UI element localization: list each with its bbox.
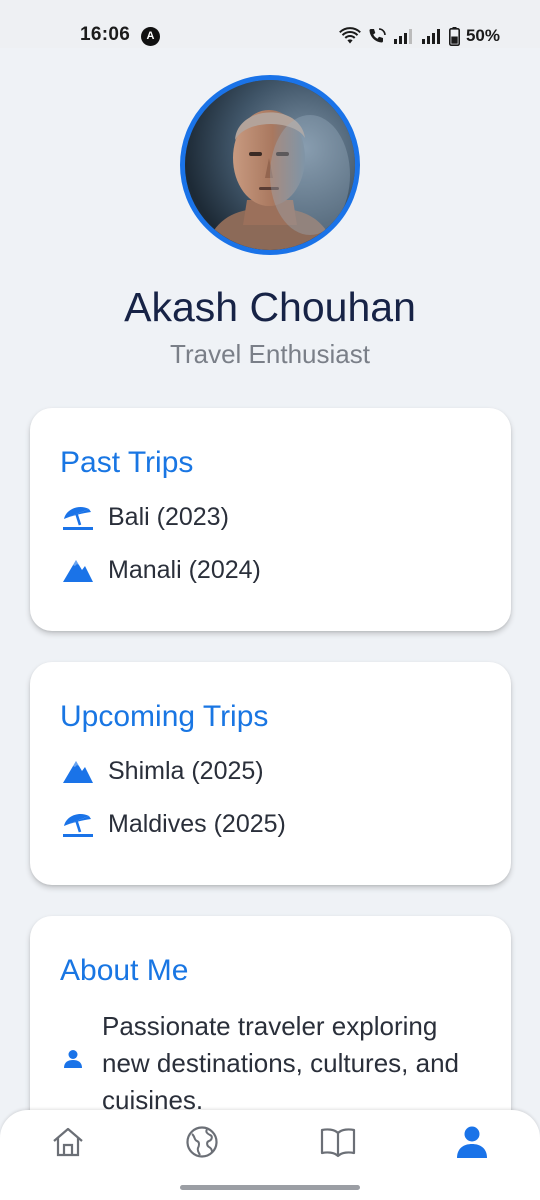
beach-umbrella-icon <box>60 502 95 532</box>
nav-home[interactable] <box>48 1122 88 1162</box>
nav-journal[interactable] <box>318 1122 358 1162</box>
signal-icon <box>393 29 412 44</box>
book-icon <box>320 1128 356 1158</box>
status-indicators: 50% <box>339 26 500 46</box>
trip-label: Shimla (2025) <box>108 756 264 785</box>
profile-subtitle: Travel Enthusiast <box>170 339 370 369</box>
about-me-text: Passionate traveler exploring new destin… <box>102 1011 459 1115</box>
mountain-icon <box>60 555 95 585</box>
profile-name: Akash Chouhan <box>124 284 416 330</box>
past-trips-card: Past Trips Bali (2023) Manali (2024) <box>30 408 511 631</box>
avatar-photo <box>185 80 355 250</box>
battery-percent: 50% <box>465 26 500 45</box>
trip-item-bali[interactable]: Bali (2023) <box>60 500 229 534</box>
person-icon <box>63 1049 83 1074</box>
upcoming-trips-card: Upcoming Trips Shimla (2025) Maldives (2… <box>30 662 511 885</box>
trip-label: Bali (2023) <box>108 502 229 531</box>
trip-label: Maldives (2025) <box>108 809 286 838</box>
notification-badge-icon: A <box>141 27 160 46</box>
status-time: 16:06 <box>80 24 131 45</box>
nav-profile[interactable] <box>452 1122 492 1162</box>
nav-explore[interactable] <box>182 1122 222 1162</box>
avatar[interactable] <box>180 75 360 255</box>
upcoming-trips-title: Upcoming Trips <box>60 700 269 733</box>
home-icon <box>53 1127 83 1157</box>
profile-screen: 16:06 A 50% Akash Chouhan Travel Enthusi… <box>0 0 540 1200</box>
person-icon <box>457 1126 487 1158</box>
trip-item-manali[interactable]: Manali (2024) <box>60 553 261 587</box>
beach-umbrella-icon <box>60 809 95 839</box>
home-indicator[interactable] <box>180 1185 360 1190</box>
wifi-calling-icon <box>369 28 386 43</box>
trip-label: Manali (2024) <box>108 555 261 584</box>
trip-item-maldives[interactable]: Maldives (2025) <box>60 807 286 841</box>
trip-item-shimla[interactable]: Shimla (2025) <box>60 754 264 788</box>
about-me-title: About Me <box>60 954 189 987</box>
signal-icon-2 <box>421 29 440 44</box>
globe-icon <box>186 1126 218 1158</box>
mountain-icon <box>60 756 95 786</box>
status-bar: 16:06 A 50% <box>0 0 540 48</box>
battery-icon <box>448 26 460 46</box>
wifi-icon <box>339 27 361 44</box>
past-trips-title: Past Trips <box>60 446 194 479</box>
